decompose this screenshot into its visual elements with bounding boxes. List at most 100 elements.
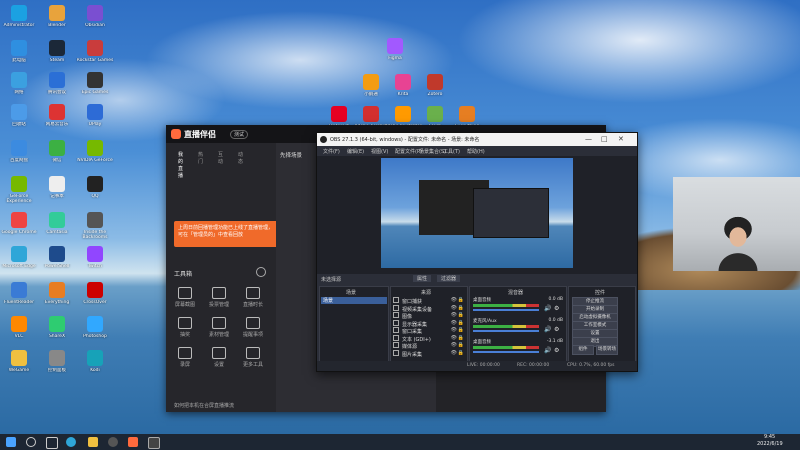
obs-menu-item[interactable]: 编辑(E) xyxy=(347,148,364,155)
tool-item[interactable]: 抽奖 xyxy=(170,317,200,338)
visibility-eye-icon[interactable]: 👁 xyxy=(451,335,457,341)
desktop-icon[interactable]: 微信 xyxy=(38,140,76,168)
tool-item[interactable]: 素材管理 xyxy=(204,317,234,338)
desktop-icon[interactable]: Epic Games xyxy=(76,72,114,100)
speaker-icon[interactable]: 🔊 xyxy=(544,326,551,333)
maximize-icon[interactable]: □ xyxy=(601,135,608,143)
volume-slider[interactable] xyxy=(473,351,539,353)
desktop-icon[interactable]: Zotero xyxy=(416,74,454,102)
obs-taskbar-icon[interactable] xyxy=(108,437,118,447)
desktop-icon[interactable]: Administrator xyxy=(0,5,38,33)
app-tab[interactable]: 我的直播 xyxy=(178,151,183,179)
live-assistant-taskbar-icon[interactable] xyxy=(128,437,138,447)
desktop-icon[interactable]: Figma xyxy=(376,38,414,66)
obs-menu-item[interactable]: 配置文件(P) xyxy=(395,148,422,155)
lock-icon[interactable]: 🔒 xyxy=(458,305,464,311)
lock-icon[interactable]: 🔒 xyxy=(458,350,464,356)
desktop-icon[interactable]: Microsoft Edge xyxy=(0,246,38,274)
visibility-eye-icon[interactable]: 👁 xyxy=(451,350,457,356)
desktop-icon[interactable]: QQ xyxy=(76,176,114,204)
tools-collapse-icon[interactable] xyxy=(256,267,266,277)
visibility-eye-icon[interactable]: 👁 xyxy=(451,320,457,326)
gear-icon[interactable]: ⚙ xyxy=(554,305,559,312)
lock-icon[interactable]: 🔒 xyxy=(458,320,464,326)
desktop-icon[interactable]: Rockstar Games xyxy=(76,40,114,68)
close-icon[interactable]: ✕ xyxy=(618,135,624,143)
source-item[interactable]: 图片采集 👁 🔒 xyxy=(393,349,465,358)
desktop-icon[interactable]: 网易云音乐 xyxy=(38,104,76,132)
clock-date[interactable]: 2022/6/19 xyxy=(757,441,783,447)
filters-button[interactable]: 过滤器 xyxy=(437,275,461,282)
obs-menu-item[interactable]: 文件(F) xyxy=(323,148,340,155)
lock-icon[interactable]: 🔒 xyxy=(458,312,464,318)
tool-item[interactable]: 投票管理 xyxy=(204,287,234,308)
desktop-icon[interactable]: 回收站 xyxy=(0,104,38,132)
desktop-icon[interactable]: WeGame xyxy=(0,350,38,378)
desktop-icon[interactable]: Everything xyxy=(38,282,76,310)
tool-item[interactable]: 更多工具 xyxy=(238,347,268,368)
visibility-eye-icon[interactable]: 👁 xyxy=(451,312,457,318)
tool-item[interactable]: 提醒事项 xyxy=(238,317,268,338)
desktop-icon[interactable]: Blender xyxy=(38,5,76,33)
speaker-icon[interactable]: 🔊 xyxy=(544,347,551,354)
clock-time[interactable]: 9:45 xyxy=(764,434,775,440)
speaker-icon[interactable]: 🔊 xyxy=(544,305,551,312)
tool-item[interactable]: 屏幕截图 xyxy=(170,287,200,308)
volume-slider[interactable] xyxy=(473,309,539,311)
tool-item[interactable]: 录屏 xyxy=(170,347,200,368)
lock-icon[interactable]: 🔒 xyxy=(458,342,464,348)
desktop-icon[interactable]: FluentReader xyxy=(0,282,38,310)
bottom-notice[interactable]: 如何把本机在合屏直播推流 xyxy=(174,402,234,409)
app-tab[interactable]: 热门 xyxy=(198,151,203,165)
desktop-icon[interactable]: Inside the Backrooms xyxy=(76,212,114,240)
visibility-eye-icon[interactable]: 👁 xyxy=(451,297,457,303)
desktop-icon[interactable]: 网络 xyxy=(0,72,38,100)
visibility-eye-icon[interactable]: 👁 xyxy=(451,305,457,311)
taskview-icon[interactable] xyxy=(46,437,58,449)
visibility-eye-icon[interactable]: 👁 xyxy=(451,327,457,333)
desktop-icon[interactable]: NVIDIA GeForce xyxy=(76,140,114,168)
app-version-badge[interactable]: 测试 xyxy=(230,130,249,139)
lock-icon[interactable]: 🔒 xyxy=(458,297,464,303)
volume-slider[interactable] xyxy=(473,330,539,332)
desktop-icon[interactable]: ShareX xyxy=(38,316,76,344)
obs-menu-item[interactable]: 视图(V) xyxy=(371,148,388,155)
desktop-icon[interactable]: 此电脑 xyxy=(0,40,38,68)
desktop-icon[interactable]: Camtasia xyxy=(38,212,76,240)
desktop-icon[interactable]: 记事本 xyxy=(38,176,76,204)
desktop-icon[interactable]: Kodi xyxy=(76,350,114,378)
start-icon[interactable] xyxy=(6,437,16,447)
lock-icon[interactable]: 🔒 xyxy=(458,327,464,333)
desktop-icon[interactable]: UPlay xyxy=(76,104,114,132)
app-tab[interactable]: 动态 xyxy=(238,151,243,165)
desktop-icon[interactable]: Steam xyxy=(38,40,76,68)
desktop-icon[interactable]: CrossOver xyxy=(76,282,114,310)
obs-menu-item[interactable]: 工具(T) xyxy=(443,148,460,155)
visibility-eye-icon[interactable]: 👁 xyxy=(451,342,457,348)
tool-item[interactable]: 设置 xyxy=(204,347,234,368)
app-taskbar-icon[interactable] xyxy=(148,437,160,449)
tool-item[interactable]: 直播时长 xyxy=(238,287,268,308)
desktop-icon[interactable]: 控制面板 xyxy=(38,350,76,378)
desktop-icon[interactable]: VLC xyxy=(0,316,38,344)
desktop-icon[interactable]: PowerShell xyxy=(38,246,76,274)
desktop-icon[interactable]: 百度网盘 xyxy=(0,140,38,168)
desktop-icon[interactable]: GeForce Experience xyxy=(0,176,38,204)
toast-notice[interactable]: 上周日前回播管理功能已上线了直播管理，可在「管理员的」中查看回放 xyxy=(174,221,278,247)
obs-menu-item[interactable]: 帮助(H) xyxy=(467,148,485,155)
control-button[interactable]: 场景转场 xyxy=(596,345,618,355)
search-icon[interactable] xyxy=(26,437,36,447)
desktop-icon[interactable]: Twitch xyxy=(76,246,114,274)
minimize-icon[interactable]: — xyxy=(585,135,592,143)
desktop-icon[interactable]: 腾讯会议 xyxy=(38,72,76,100)
gear-icon[interactable]: ⚙ xyxy=(554,326,559,333)
gear-icon[interactable]: ⚙ xyxy=(554,347,559,354)
lock-icon[interactable]: 🔒 xyxy=(458,335,464,341)
control-button[interactable]: 组件 xyxy=(572,345,594,355)
edge-icon[interactable] xyxy=(66,437,76,447)
folder-icon[interactable] xyxy=(88,437,98,447)
properties-button[interactable]: 属性 xyxy=(413,275,432,282)
app-tab[interactable]: 互动 xyxy=(218,151,223,165)
desktop-icon[interactable]: Google Chrome xyxy=(0,212,38,240)
desktop-icon[interactable]: Obsidian xyxy=(76,5,114,33)
